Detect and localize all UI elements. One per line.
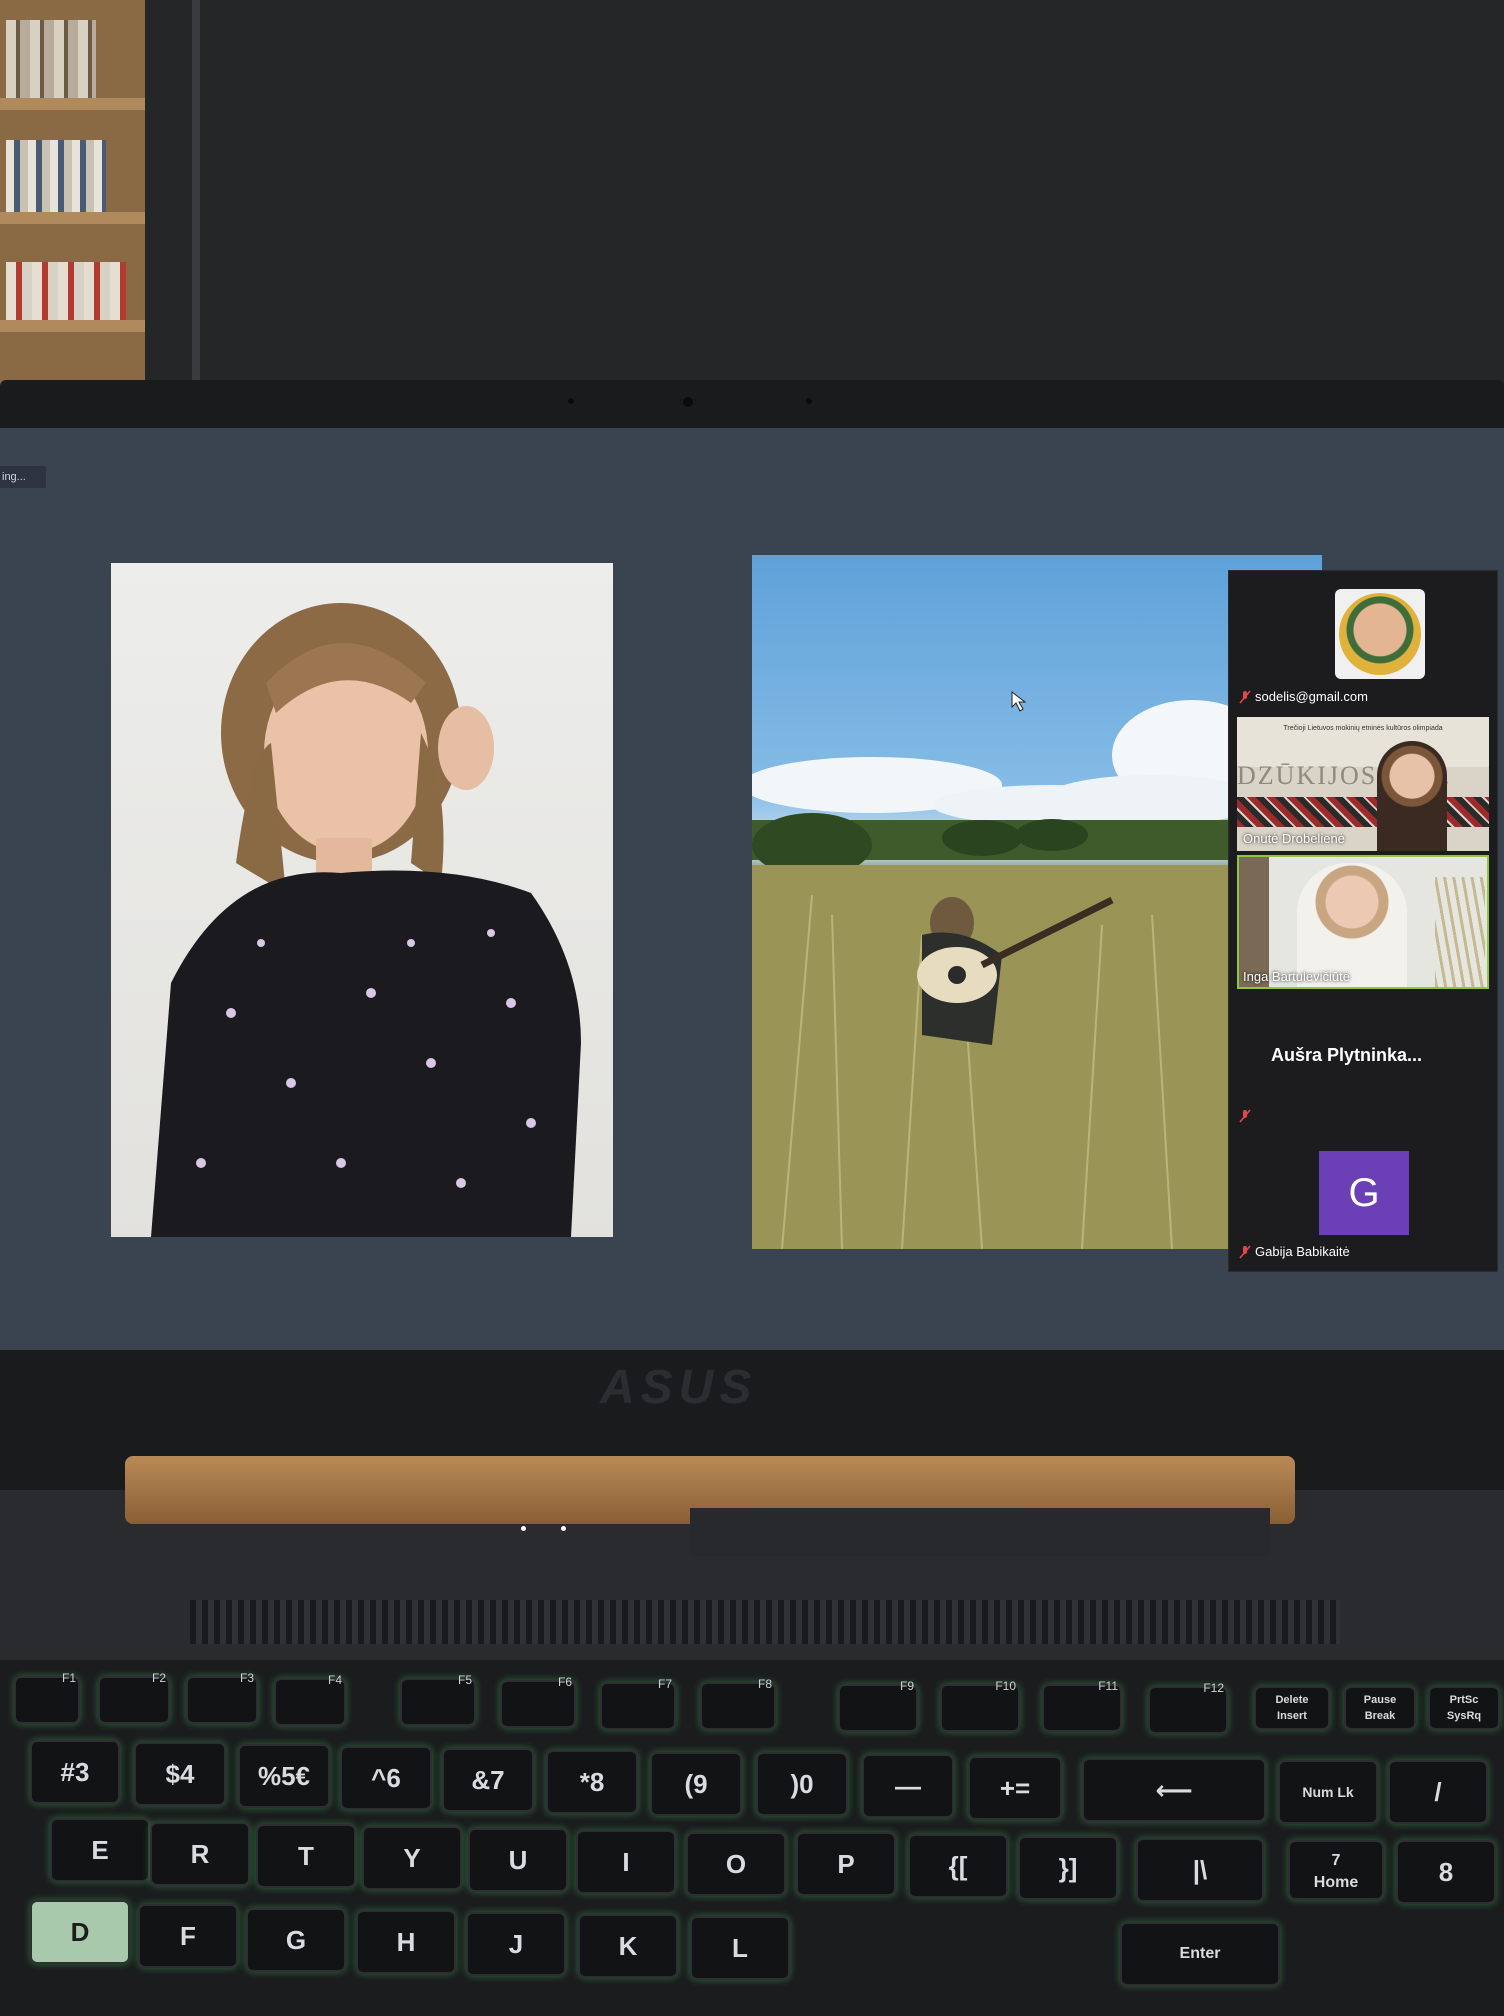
key-f6[interactable]: F6 (500, 1675, 576, 1728)
key-f1[interactable]: F1 (14, 1671, 80, 1724)
shelf-board (0, 320, 145, 332)
participant-name: Gabija Babikaitė (1255, 1244, 1350, 1259)
key-backslash[interactable]: |\ (1136, 1838, 1264, 1902)
key-h[interactable]: H (356, 1910, 456, 1974)
mic-muted-icon (1239, 1109, 1251, 1123)
key-f8[interactable]: F8 (700, 1677, 776, 1730)
key-backspace[interactable]: ⟵ (1082, 1758, 1266, 1822)
key-f12[interactable]: F12 (1148, 1681, 1228, 1734)
key-f11[interactable]: F11 (1042, 1679, 1122, 1732)
key-p[interactable]: P (796, 1832, 896, 1896)
key-d[interactable]: D (30, 1900, 130, 1964)
key-num-7[interactable]: 7 Home (1288, 1840, 1384, 1900)
participant-name: Onutė Drobelienė (1243, 831, 1345, 846)
key-o[interactable]: O (686, 1832, 786, 1896)
key-num-divide[interactable]: / (1388, 1760, 1488, 1824)
video-background (1435, 877, 1485, 987)
participants-panel: sodelis@gmail.com Trečioji Lietuvos moki… (1228, 570, 1498, 1272)
participant-name: Aušra Plytninka... (1271, 1045, 1423, 1065)
status-led (521, 1526, 526, 1531)
key-7[interactable]: &7 (442, 1748, 534, 1812)
key-f10[interactable]: F10 (940, 1679, 1020, 1732)
key-f[interactable]: F (138, 1904, 238, 1968)
monitor-edge (192, 0, 200, 400)
banner-title: DZŪKIJOS RA... (1237, 761, 1452, 790)
key-j[interactable]: J (466, 1912, 566, 1976)
participant-name: Inga Bartulevičiūtė (1243, 969, 1350, 984)
key-f9[interactable]: F9 (838, 1679, 918, 1732)
key-g[interactable]: G (246, 1908, 346, 1972)
participant-tile[interactable]: G Gabija Babikaitė (1237, 1137, 1489, 1265)
webcam (683, 397, 693, 407)
key-f3[interactable]: F3 (186, 1671, 258, 1724)
key-left-brace[interactable]: {[ (908, 1834, 1008, 1898)
key-minus[interactable]: — (862, 1754, 954, 1818)
mic-muted-icon (1239, 690, 1251, 704)
speaker-grille (190, 1600, 1340, 1644)
shelf-board (0, 212, 145, 224)
participant-name: sodelis@gmail.com (1255, 689, 1368, 704)
key-6[interactable]: ^6 (340, 1746, 432, 1810)
key-prtsc[interactable]: PrtSc SysRq (1428, 1686, 1500, 1730)
external-monitor (145, 0, 1504, 400)
banner-ornament (1237, 797, 1489, 827)
participant-tile[interactable]: Aušra Plytninka... (1237, 997, 1489, 1129)
key-4[interactable]: $4 (134, 1742, 226, 1806)
keyboard: F1 F2 F3 F4 F5 F6 F7 F8 F9 F10 F11 F12 D… (0, 1660, 1504, 2016)
books (6, 140, 106, 212)
key-f2[interactable]: F2 (98, 1671, 170, 1724)
key-3[interactable]: #3 (30, 1740, 120, 1804)
key-y[interactable]: Y (362, 1826, 462, 1890)
avatar-initial: G (1319, 1151, 1409, 1235)
shelf-board (0, 98, 145, 110)
key-t[interactable]: T (256, 1824, 356, 1888)
participant-tile[interactable]: Inga Bartulevičiūtė (1237, 855, 1489, 989)
key-r[interactable]: R (150, 1822, 250, 1886)
recording-indicator[interactable]: ing... (0, 466, 46, 488)
key-num-lock[interactable]: Num Lk (1278, 1760, 1378, 1824)
key-i[interactable]: I (576, 1830, 676, 1894)
key-9[interactable]: (9 (650, 1752, 742, 1816)
key-5[interactable]: %5€ (238, 1744, 330, 1808)
participant-tile[interactable]: sodelis@gmail.com (1237, 579, 1489, 707)
participant-video (1377, 741, 1447, 851)
key-l[interactable]: L (690, 1916, 790, 1980)
key-delete[interactable]: Delete Insert (1254, 1686, 1330, 1730)
shared-photo-portrait (111, 563, 613, 1237)
key-f5[interactable]: F5 (400, 1673, 476, 1726)
sensor-dot (568, 398, 574, 404)
key-e[interactable]: E (50, 1818, 150, 1882)
key-pause[interactable]: Pause Break (1344, 1686, 1416, 1730)
key-equals[interactable]: += (968, 1756, 1062, 1820)
participant-tile[interactable]: Trečioji Lietuvos mokinių etninės kultūr… (1237, 717, 1489, 851)
hinge-bar (690, 1508, 1270, 1556)
portrait-illustration (151, 603, 581, 1237)
key-k[interactable]: K (578, 1914, 678, 1978)
status-led (561, 1526, 566, 1531)
sensor-dot (806, 398, 812, 404)
books (6, 20, 96, 98)
banner-text: Trečioji Lietuvos mokinių etninės kultūr… (1237, 717, 1489, 767)
key-num-8[interactable]: 8 (1396, 1840, 1496, 1904)
key-right-brace[interactable]: }] (1018, 1836, 1118, 1900)
brand-logo: ASUS (600, 1361, 758, 1414)
key-8[interactable]: *8 (546, 1750, 638, 1814)
key-enter[interactable]: Enter (1120, 1922, 1280, 1986)
mic-muted-icon (1239, 1245, 1251, 1259)
books (6, 262, 126, 320)
key-f7[interactable]: F7 (600, 1677, 676, 1730)
key-u[interactable]: U (468, 1828, 568, 1892)
key-f4[interactable]: F4 (274, 1673, 346, 1726)
key-0[interactable]: )0 (756, 1752, 848, 1816)
avatar (1335, 589, 1425, 679)
